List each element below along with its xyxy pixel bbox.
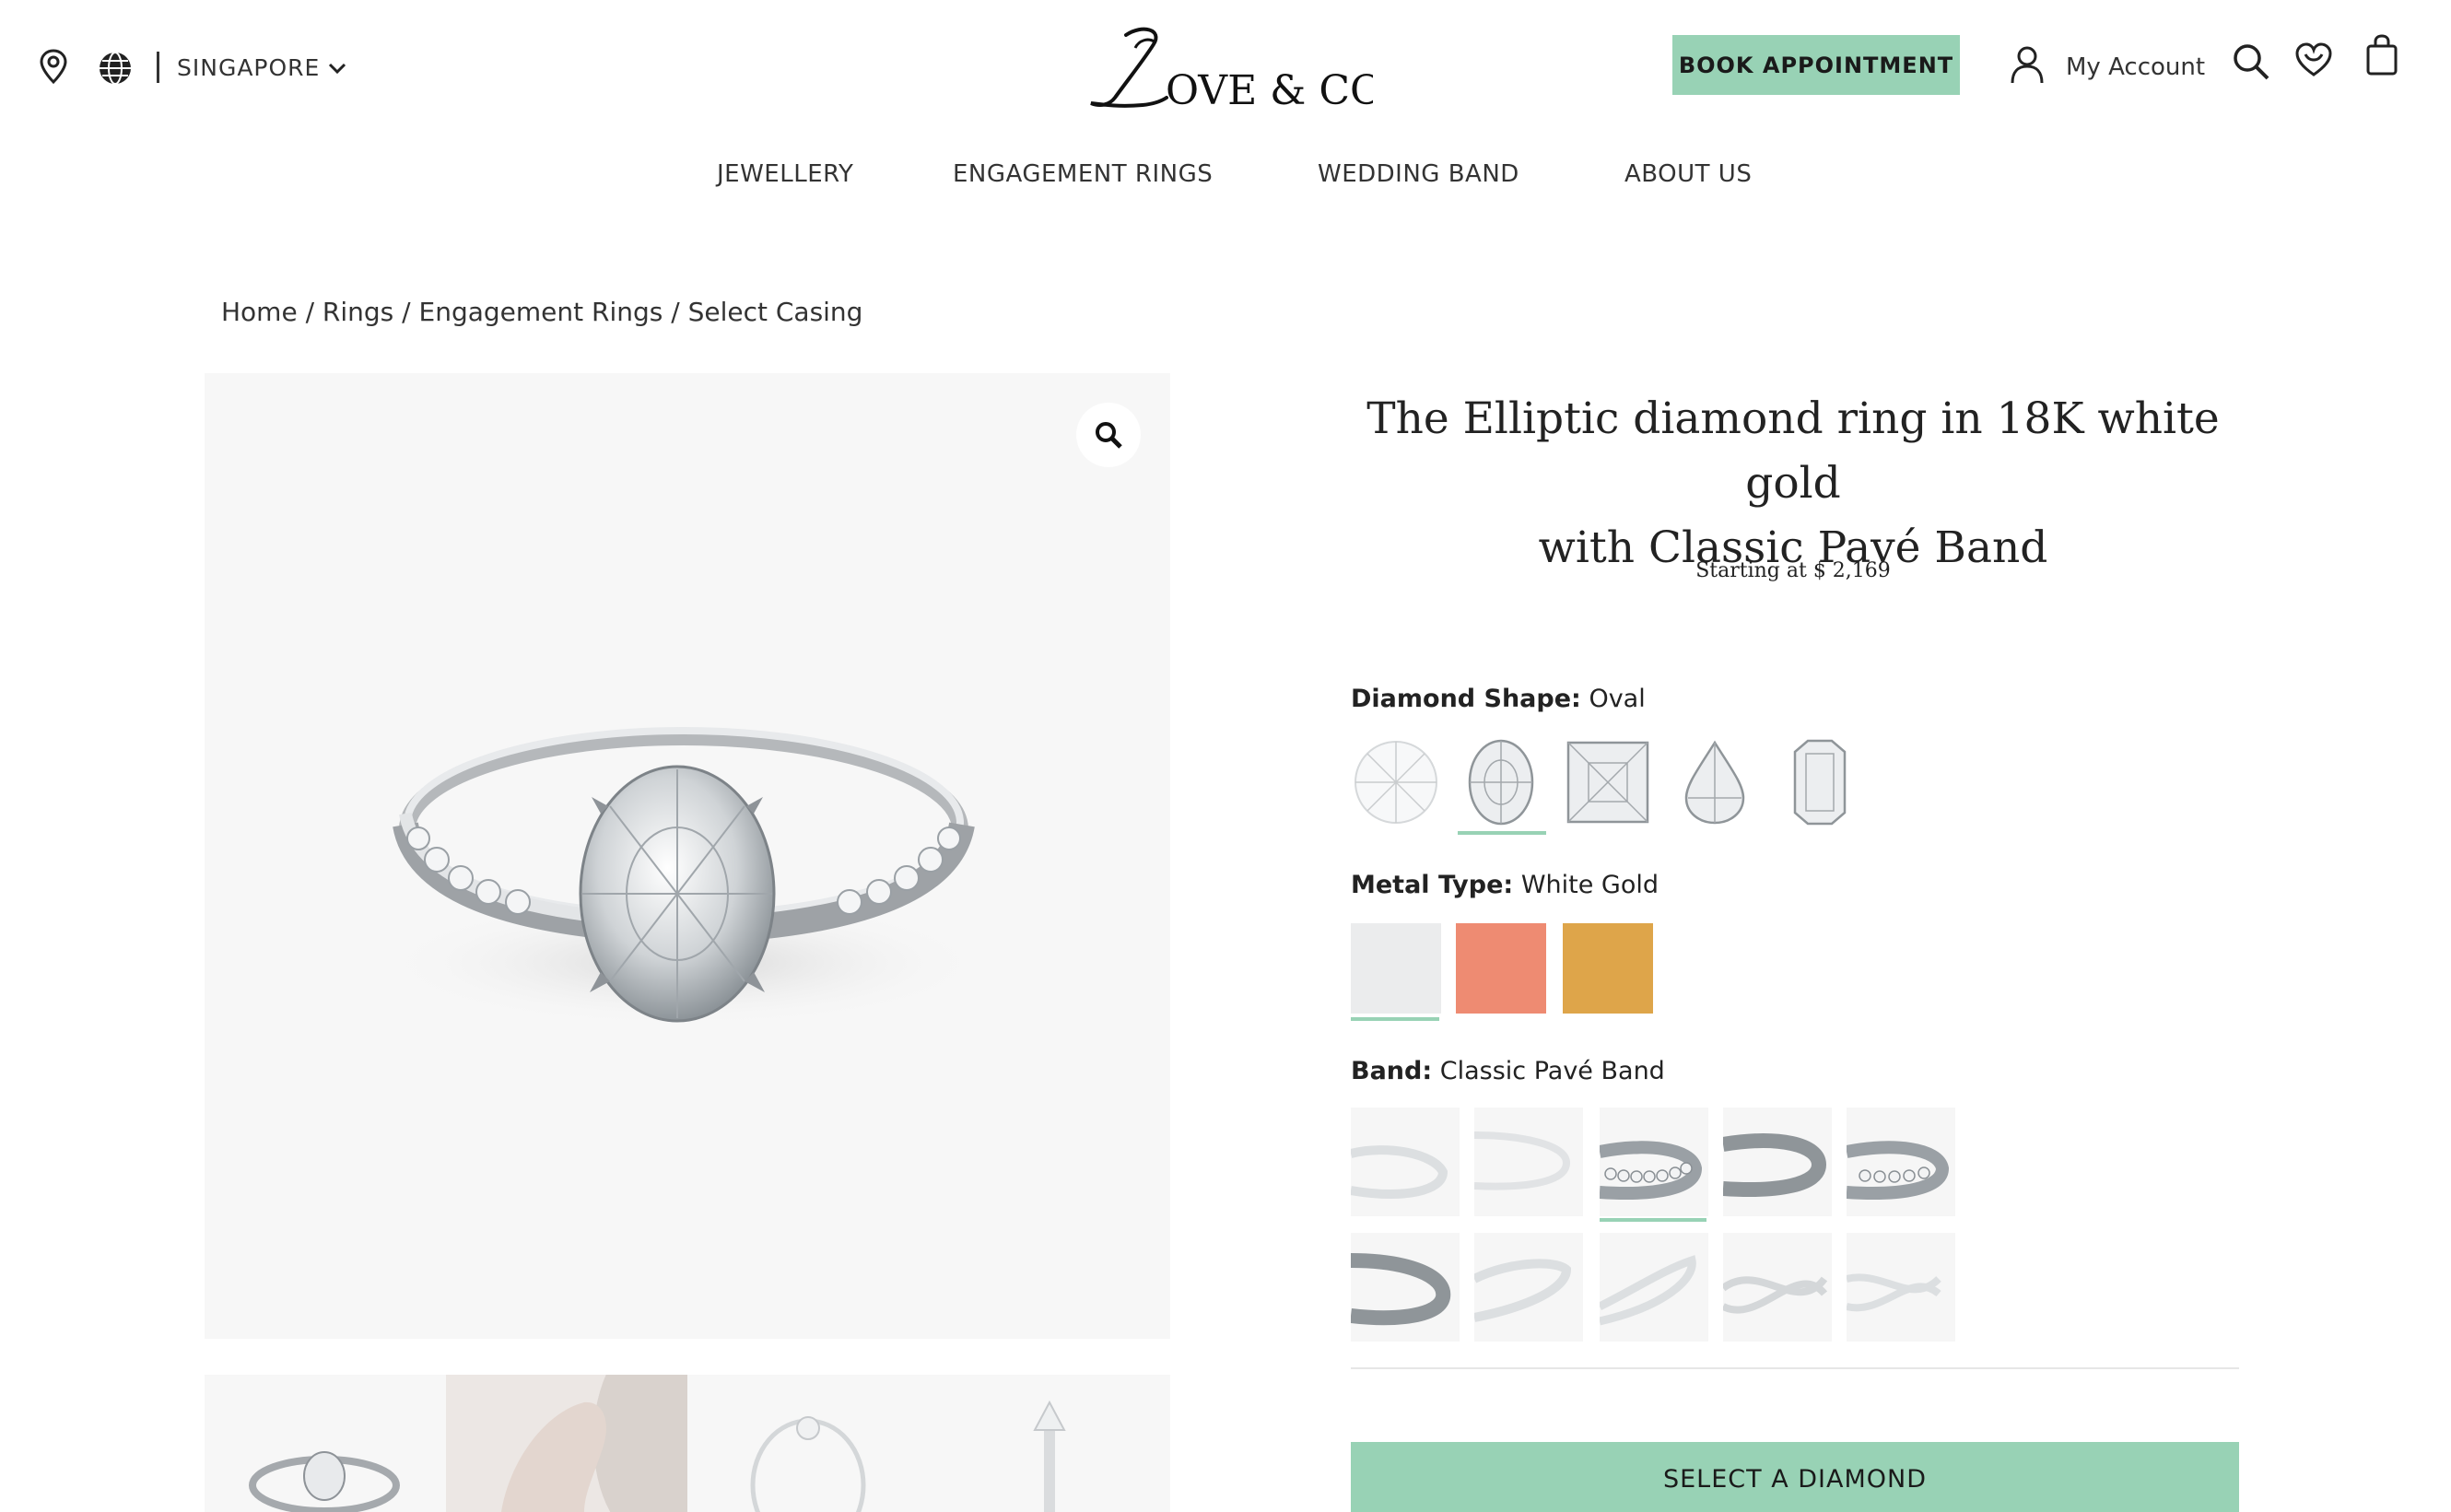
band-thumbnail [1351, 1253, 1451, 1326]
brand-logo[interactable]: OVE & CO. [1078, 17, 1373, 118]
band-thumbnail [1600, 1255, 1696, 1326]
nav-engagement-rings[interactable]: ENGAGEMENT RINGS [953, 160, 1213, 188]
band-option-9[interactable] [1723, 1233, 1832, 1342]
band-option-5[interactable] [1847, 1108, 1955, 1216]
band-selected-indicator [1600, 1218, 1706, 1222]
metal-type-value: White Gold [1520, 871, 1659, 899]
breadcrumb-separator: / [663, 297, 688, 327]
band-option-4[interactable] [1723, 1108, 1832, 1216]
thumbnail-ring-side[interactable] [687, 1375, 929, 1512]
section-divider [1351, 1367, 2239, 1369]
metal-yellow-gold[interactable] [1563, 923, 1653, 1014]
shape-round[interactable] [1351, 737, 1441, 827]
diamond-shape-key: Diamond Shape: [1351, 685, 1581, 713]
thumbnail-side-image [750, 1416, 866, 1512]
shape-princess[interactable] [1563, 737, 1653, 827]
thumbnail-ring-image [249, 1451, 400, 1512]
region-selector[interactable]: SINGAPORE [177, 54, 320, 81]
region-separator [157, 52, 159, 83]
book-appointment-button[interactable]: BOOK APPOINTMENT [1672, 35, 1960, 95]
shape-emerald[interactable] [1775, 737, 1865, 827]
thumbnail-ring-front[interactable] [205, 1375, 446, 1512]
user-icon[interactable] [2009, 44, 2046, 85]
main-product-image[interactable] [205, 373, 1170, 1339]
metal-type-label: Metal Type: White Gold [1351, 871, 1659, 899]
metal-white-gold[interactable] [1351, 923, 1441, 1014]
chevron-down-icon[interactable] [326, 57, 348, 79]
breadcrumb-rings[interactable]: Rings [322, 297, 393, 327]
breadcrumb-home[interactable]: Home [221, 297, 298, 327]
thumbnail-model[interactable] [446, 1375, 687, 1512]
shopping-bag-icon[interactable] [2364, 33, 2399, 76]
band-value: Classic Pavé Band [1439, 1057, 1665, 1085]
band-option-10[interactable] [1847, 1233, 1955, 1342]
band-thumbnail [1723, 1133, 1827, 1197]
breadcrumb: Home / Rings / Engagement Rings / Select… [221, 297, 862, 327]
shape-oval[interactable] [1456, 737, 1546, 827]
breadcrumb-current: Select Casing [687, 297, 863, 327]
nav-about-us[interactable]: ABOUT US [1624, 160, 1752, 188]
breadcrumb-engagement-rings[interactable]: Engagement Rings [419, 297, 663, 327]
band-label: Band: Classic Pavé Band [1351, 1057, 1665, 1085]
breadcrumb-separator: / [393, 297, 419, 327]
ring-illustration [380, 727, 988, 1027]
band-thumbnail [1723, 1276, 1828, 1314]
product-title: The Elliptic diamond ring in 18K white g… [1351, 387, 2235, 580]
band-key: Band: [1351, 1057, 1433, 1085]
select-diamond-button[interactable]: SELECT A DIAMOND [1351, 1442, 2239, 1512]
metal-rose-gold[interactable] [1456, 923, 1546, 1014]
thumbnail-ring-profile[interactable] [929, 1375, 1170, 1512]
search-icon[interactable] [2232, 42, 2270, 81]
starting-price: Starting at $ 2,169 [1695, 559, 1891, 582]
band-thumbnail [1351, 1145, 1448, 1199]
wishlist-heart-icon[interactable] [2294, 41, 2333, 80]
nav-jewellery[interactable]: JEWELLERY [717, 160, 853, 188]
band-thumbnail [1600, 1141, 1703, 1200]
globe-icon[interactable] [98, 51, 133, 86]
diamond-shape-label: Diamond Shape: Oval [1351, 685, 1646, 713]
band-option-2[interactable] [1474, 1108, 1583, 1216]
location-pin-icon[interactable] [37, 48, 70, 85]
breadcrumb-separator: / [297, 297, 322, 327]
my-account-link[interactable]: My Account [2066, 53, 2205, 81]
band-option-8[interactable] [1600, 1233, 1708, 1342]
diamond-shape-value: Oval [1589, 685, 1646, 713]
product-title-line1: The Elliptic diamond ring in 18K white g… [1366, 393, 2220, 509]
thumbnail-profile-image [1033, 1400, 1066, 1512]
band-option-1[interactable] [1351, 1108, 1460, 1216]
svg-text:OVE & CO.: OVE & CO. [1166, 67, 1373, 114]
thumbnail-model-image [446, 1375, 687, 1512]
band-thumbnail [1847, 1141, 1950, 1200]
metal-type-key: Metal Type: [1351, 871, 1514, 899]
band-option-6[interactable] [1351, 1233, 1460, 1342]
shape-pear[interactable] [1670, 737, 1760, 827]
magnifier-icon [1096, 422, 1122, 449]
shape-selected-indicator [1458, 831, 1546, 835]
nav-wedding-band[interactable]: WEDDING BAND [1318, 160, 1519, 188]
zoom-button[interactable] [1076, 403, 1141, 467]
band-thumbnail [1847, 1273, 1941, 1312]
band-option-3-classic-pave[interactable] [1600, 1108, 1708, 1216]
metal-selected-indicator [1351, 1017, 1439, 1021]
band-thumbnail [1474, 1131, 1571, 1190]
band-thumbnail [1474, 1259, 1572, 1322]
band-option-7[interactable] [1474, 1233, 1583, 1342]
